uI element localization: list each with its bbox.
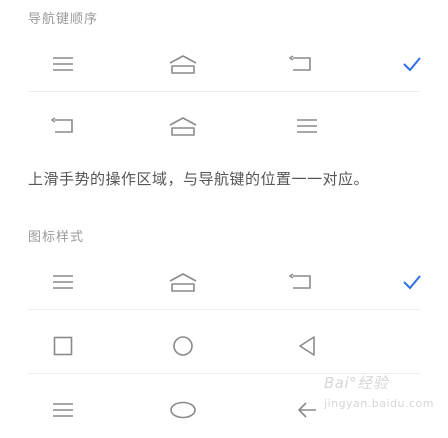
divider xyxy=(28,91,420,92)
home-arch-icon xyxy=(158,36,208,92)
section-title-nav-order: 导航键顺序 xyxy=(28,12,99,27)
triangle-left-icon xyxy=(282,318,332,374)
watermark: Bai°经验 jingyan.baidu.com xyxy=(324,372,434,411)
square-icon xyxy=(38,318,88,374)
menu-lines-icon xyxy=(282,98,332,154)
selected-check-icon xyxy=(392,254,432,310)
watermark-brand-tail: 经验 xyxy=(357,374,389,392)
home-arch-icon xyxy=(158,254,208,310)
back-bracket-icon xyxy=(276,254,326,310)
divider xyxy=(28,309,420,310)
nav-order-option-1[interactable] xyxy=(0,36,448,92)
paw-icon: ° xyxy=(349,374,358,392)
section-title-icon-style: 图标样式 xyxy=(28,230,85,245)
watermark-sub: jingyan.baidu.com xyxy=(323,397,434,410)
oval-icon xyxy=(158,382,208,438)
menu-lines-icon xyxy=(38,36,88,92)
home-arch-icon xyxy=(158,98,208,154)
circle-icon xyxy=(158,318,208,374)
icon-style-option-1[interactable] xyxy=(0,254,448,310)
gesture-description: 上滑手势的操作区域，与导航键的位置一一对应。 xyxy=(28,170,370,188)
back-bracket-icon xyxy=(276,36,326,92)
menu-lines-icon xyxy=(38,254,88,310)
watermark-brand: Bai xyxy=(323,374,350,392)
menu-lines-icon xyxy=(38,382,88,438)
icon-style-option-2[interactable] xyxy=(0,318,448,374)
nav-order-option-2[interactable] xyxy=(0,98,448,154)
selected-check-icon xyxy=(392,36,432,92)
back-bracket-icon xyxy=(38,98,88,154)
